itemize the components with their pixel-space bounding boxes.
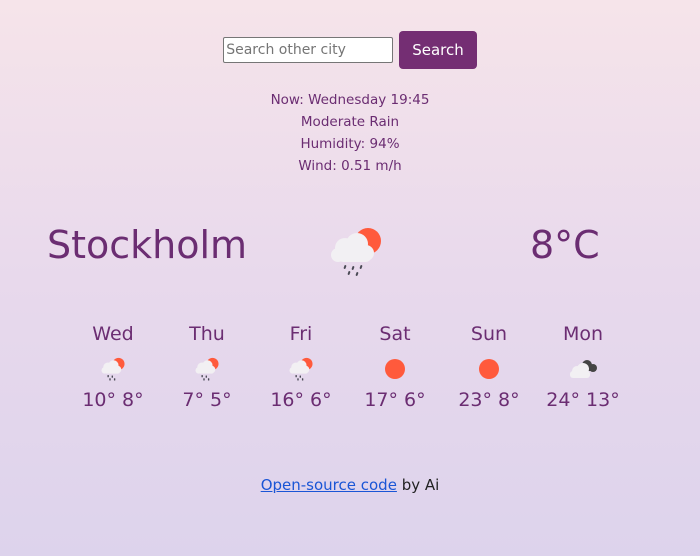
forecast-day-name: Mon: [562, 323, 604, 345]
sun-behind-rain-cloud-icon: [331, 228, 381, 276]
forecast-temps: 7° 5°: [182, 389, 232, 411]
current-humidity: Humidity: 94%: [300, 136, 400, 152]
forecast-day: Thu 7° 5°: [160, 323, 254, 411]
forecast-day: Fri 16° 6°: [254, 323, 348, 411]
forecast-day-name: Thu: [189, 323, 225, 345]
current-condition: Moderate Rain: [300, 114, 400, 130]
sun-icon: [442, 349, 536, 389]
forecast-temps: 24° 13°: [546, 389, 620, 411]
forecast-day: Sun 23° 8°: [442, 323, 536, 411]
open-source-link[interactable]: Open-source code: [261, 476, 397, 494]
current-datetime: Now: Wednesday 19:45: [270, 92, 430, 108]
current-temperature: 8°C: [530, 223, 600, 267]
sun-behind-rain-cloud-icon: [160, 349, 254, 389]
forecast-temps: 10° 8°: [82, 389, 144, 411]
search-input[interactable]: [223, 37, 394, 63]
footer-credit: by Ai: [396, 476, 440, 494]
search-form: Search: [0, 31, 700, 69]
forecast-temps: 17° 6°: [364, 389, 426, 411]
forecast-day: Mon 24° 13°: [536, 323, 630, 411]
forecast-temps: 16° 6°: [270, 389, 332, 411]
forecast-day: Sat 17° 6°: [348, 323, 442, 411]
forecast-day: Wed 10° 8°: [66, 323, 160, 411]
forecast-day-name: Sun: [470, 323, 508, 345]
sun-behind-rain-cloud-icon: [254, 349, 348, 389]
forecast-temps: 23° 8°: [458, 389, 520, 411]
forecast-day-name: Wed: [92, 323, 134, 345]
city-name: Stockholm: [47, 223, 248, 267]
forecast-day-name: Sat: [379, 323, 411, 345]
current-details: Now: Wednesday 19:45 Moderate Rain Humid…: [0, 89, 700, 177]
sun-behind-rain-cloud-icon: [66, 349, 160, 389]
current-wind: Wind: 0.51 m/h: [298, 158, 402, 174]
forecast-day-name: Fri: [289, 323, 313, 345]
sun-icon: [348, 349, 442, 389]
search-button[interactable]: Search: [399, 31, 477, 69]
clouds-icon: [536, 349, 630, 389]
forecast-list: Wed 10° 8° Thu 7° 5° Fri 16° 6° Sat 17° 6° Sun 23…: [66, 323, 630, 411]
footer: Open-source code by Ai: [0, 476, 700, 494]
